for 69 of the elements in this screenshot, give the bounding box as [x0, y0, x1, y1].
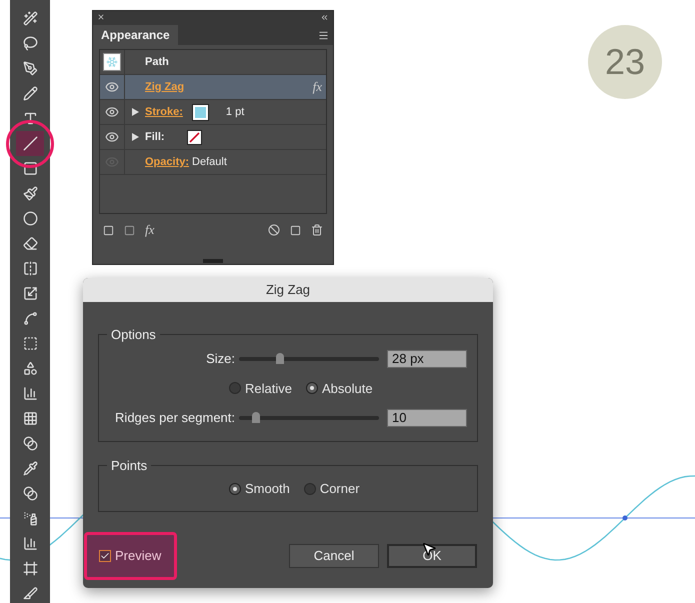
expand-icon[interactable]: [132, 108, 138, 116]
fx-badge[interactable]: fx: [312, 77, 322, 97]
eye-icon[interactable]: [105, 105, 119, 119]
brush-icon: [22, 186, 38, 201]
grid-icon: [22, 411, 38, 426]
line-icon: [22, 136, 38, 151]
resize-grip[interactable]: [203, 259, 223, 263]
curve-icon: [22, 311, 38, 326]
appearance-row[interactable]: Fill:: [100, 125, 326, 150]
collapse-icon[interactable]: [320, 12, 329, 22]
menu-icon[interactable]: [318, 30, 329, 41]
eraser-icon: [22, 236, 38, 251]
thumbnail-icon: [103, 53, 121, 71]
step-badge: 23: [588, 25, 662, 99]
expand-icon[interactable]: [132, 133, 138, 141]
frame-icon: [22, 561, 38, 576]
selection-box-icon: [22, 336, 38, 351]
duplicate-icon[interactable]: [290, 224, 301, 236]
row-label[interactable]: Opacity:: [145, 154, 190, 170]
type-icon: [22, 111, 38, 126]
circles-icon: [22, 486, 38, 501]
check-icon: [100, 551, 110, 561]
row-value: 1 pt: [226, 104, 244, 120]
shapes-icon: [22, 361, 38, 376]
blend-icon: [22, 436, 38, 451]
dialog-title: Zig Zag: [83, 278, 493, 302]
radio-button[interactable]: Smooth: [229, 478, 290, 498]
row-label[interactable]: Fill:: [145, 128, 165, 146]
square-icon[interactable]: [124, 224, 135, 236]
highlight-ring: [6, 120, 54, 168]
value-field[interactable]: 28 px: [387, 350, 467, 368]
close-icon[interactable]: [97, 13, 105, 21]
knife-icon: [22, 586, 38, 601]
field-label: Size:: [206, 350, 235, 368]
row-value: Default: [192, 154, 227, 170]
rectangle-icon: [22, 161, 38, 176]
panel-tab[interactable]: Appearance: [93, 25, 178, 45]
spray-can-icon: [22, 511, 38, 526]
tool-button[interactable]: [16, 131, 44, 156]
field-label: Ridges per segment:: [115, 409, 235, 427]
eyedropper-icon: [22, 461, 38, 476]
trash-icon[interactable]: [311, 224, 323, 236]
row-label: Path: [145, 54, 169, 70]
eye-icon[interactable]: [105, 130, 119, 144]
scale-icon: [22, 286, 38, 301]
radio-button[interactable]: Corner: [304, 478, 360, 498]
dialog-button[interactable]: Cancel: [289, 544, 379, 568]
chart-icon: [22, 386, 38, 401]
magic-wand-icon: [22, 11, 38, 26]
appearance-row[interactable]: Stroke: 1 pt: [100, 100, 326, 125]
clear-icon[interactable]: [268, 224, 280, 236]
appearance-row[interactable]: Zig Zag fx: [100, 75, 326, 100]
radio-button[interactable]: Absolute: [306, 378, 373, 398]
eye-icon[interactable]: [105, 80, 119, 94]
circle-icon: [22, 211, 38, 226]
no-fill-swatch[interactable]: [186, 130, 202, 144]
radio-button[interactable]: Relative: [229, 378, 292, 398]
stroke-swatch[interactable]: [192, 104, 208, 120]
square-icon[interactable]: [103, 224, 114, 236]
lasso-icon: [22, 36, 38, 51]
preview-checkbox[interactable]: Preview: [84, 532, 177, 580]
bar-chart-icon: [22, 536, 38, 551]
fx-menu-button[interactable]: fx: [145, 220, 154, 240]
reflect-icon: [22, 261, 38, 276]
appearance-row[interactable]: Opacity: Default: [100, 150, 326, 175]
value-field[interactable]: 10: [387, 408, 467, 427]
pencil-icon: [22, 86, 38, 101]
pen-icon: [22, 61, 38, 76]
row-label[interactable]: Stroke:: [145, 104, 183, 120]
